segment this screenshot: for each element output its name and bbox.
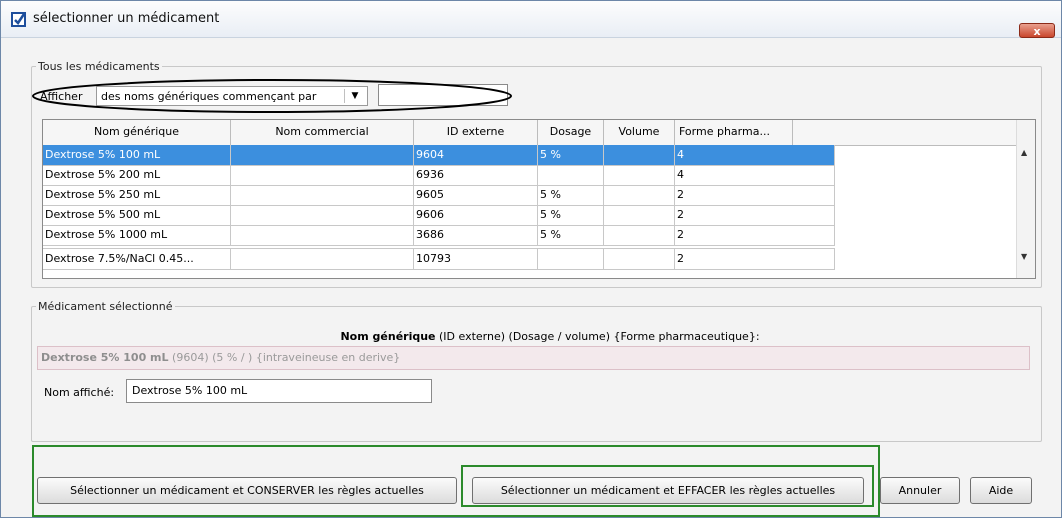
table-row[interactable]: Dextrose 5% 250 mL 9605 5 % 2	[43, 185, 835, 206]
cell-id: 9605	[414, 185, 538, 205]
cell-id: 9604	[414, 145, 538, 165]
column-header-nom-commercial[interactable]: Nom commercial	[231, 120, 414, 145]
cell-forme: 4	[675, 165, 835, 185]
cell-id: 6936	[414, 165, 538, 185]
cell-nom: Dextrose 5% 250 mL	[43, 185, 231, 205]
cell-volume	[604, 225, 675, 245]
table-row[interactable]: Dextrose 5% 1000 mL 3686 5 % 2	[43, 225, 835, 246]
all-medications-legend: Tous les médicaments	[38, 60, 160, 73]
table-row[interactable]: Dextrose 5% 100 mL 9604 5 % 4	[43, 145, 835, 166]
display-name-input[interactable]: Dextrose 5% 100 mL	[126, 379, 432, 403]
medications-table: Nom générique Nom commercial ID externe …	[42, 119, 1036, 279]
cell-forme: 4	[675, 145, 835, 165]
format-header-bold: Nom générique	[340, 330, 436, 343]
selected-format-header: Nom générique (ID externe) (Dosage / vol…	[70, 330, 1030, 343]
highlight-ellipse	[32, 79, 512, 113]
cell-nom: Dextrose 5% 200 mL	[43, 165, 231, 185]
selected-medication-group: Médicament sélectionné	[31, 300, 1042, 442]
cell-commercial	[231, 165, 414, 185]
cancel-button[interactable]: Annuler	[880, 477, 960, 504]
cell-forme: 2	[675, 205, 835, 225]
table-scrollbar[interactable]: ▲ ▼	[1016, 120, 1035, 278]
cell-volume	[604, 185, 675, 205]
table-row[interactable]: Dextrose 5% 500 mL 9606 5 % 2	[43, 205, 835, 226]
column-header-volume[interactable]: Volume	[604, 120, 675, 145]
format-header-rest: (ID externe) (Dosage / volume) {Forme ph…	[435, 330, 760, 343]
selected-medication-name: Dextrose 5% 100 mL	[41, 351, 169, 364]
title-bar[interactable]: sélectionner un médicament x	[1, 1, 1061, 38]
cell-nom: Dextrose 5% 100 mL	[43, 145, 231, 165]
help-button[interactable]: Aide	[970, 477, 1032, 504]
column-header-dosage[interactable]: Dosage	[538, 120, 604, 145]
column-header-nom-generique[interactable]: Nom générique	[43, 120, 231, 145]
column-header-forme[interactable]: Forme pharma...	[675, 120, 793, 145]
cell-dosage: 5 %	[538, 205, 604, 225]
cell-id: 9606	[414, 205, 538, 225]
cell-commercial	[231, 205, 414, 225]
cell-id: 3686	[414, 225, 538, 245]
annotation-box-inner	[461, 465, 874, 507]
window-title: sélectionner un médicament	[33, 11, 220, 26]
table-row[interactable]: Dextrose 7.5%/NaCl 0.45... 10793 2	[43, 248, 835, 270]
cell-dosage: 5 %	[538, 145, 604, 165]
cell-commercial	[231, 185, 414, 205]
selected-medication-legend: Médicament sélectionné	[38, 300, 173, 313]
cell-nom: Dextrose 7.5%/NaCl 0.45...	[43, 249, 231, 269]
cell-commercial	[231, 225, 414, 245]
app-icon	[11, 12, 26, 27]
cell-volume	[604, 205, 675, 225]
cell-forme: 2	[675, 185, 835, 205]
cell-dosage: 5 %	[538, 185, 604, 205]
cell-forme: 2	[675, 249, 835, 269]
cell-volume	[604, 165, 675, 185]
table-row[interactable]: Dextrose 5% 200 mL 6936 4	[43, 165, 835, 186]
cell-dosage	[538, 249, 604, 269]
cell-volume	[604, 145, 675, 165]
cell-commercial	[231, 145, 414, 165]
close-button[interactable]: x	[1019, 23, 1055, 38]
scroll-up-icon[interactable]: ▲	[1021, 148, 1027, 157]
cell-forme: 2	[675, 225, 835, 245]
display-name-label: Nom affiché:	[44, 386, 115, 399]
column-header-id-externe[interactable]: ID externe	[414, 120, 538, 145]
cell-nom: Dextrose 5% 1000 mL	[43, 225, 231, 245]
cell-volume	[604, 249, 675, 269]
scroll-down-icon[interactable]: ▼	[1021, 252, 1027, 261]
table-header: Nom générique Nom commercial ID externe …	[43, 120, 1019, 146]
selected-medication-details: (9604) (5 % / ) {intraveineuse en derive…	[168, 351, 401, 364]
selected-medication-display: Dextrose 5% 100 mL (9604) (5 % / ) {intr…	[37, 346, 1030, 370]
cell-dosage: 5 %	[538, 225, 604, 245]
cell-dosage	[538, 165, 604, 185]
cell-nom: Dextrose 5% 500 mL	[43, 205, 231, 225]
cell-id: 10793	[414, 249, 538, 269]
cell-commercial	[231, 249, 414, 269]
